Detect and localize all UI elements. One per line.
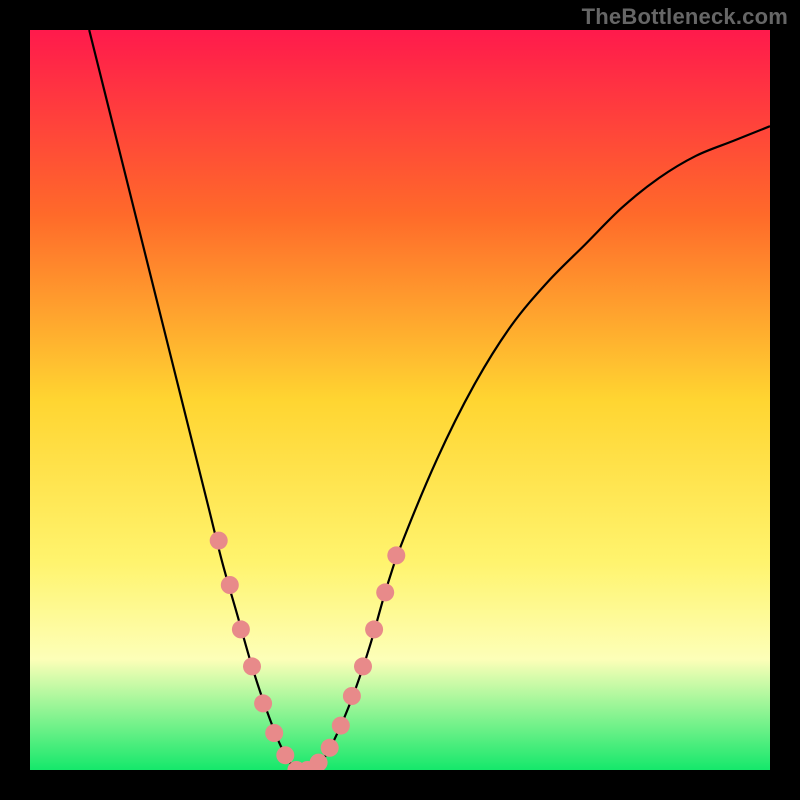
highlight-dot (343, 687, 361, 705)
highlight-dot (376, 583, 394, 601)
highlight-dot (265, 724, 283, 742)
plot-area (30, 30, 770, 770)
highlight-dot (254, 694, 272, 712)
background-gradient (30, 30, 770, 770)
highlight-dot (221, 576, 239, 594)
highlight-dot (332, 717, 350, 735)
highlight-dot (365, 620, 383, 638)
watermark-text: TheBottleneck.com (582, 4, 788, 30)
chart-svg (30, 30, 770, 770)
highlight-dot (387, 546, 405, 564)
chart-frame: TheBottleneck.com (0, 0, 800, 800)
highlight-dot (276, 746, 294, 764)
highlight-dot (321, 739, 339, 757)
highlight-dot (232, 620, 250, 638)
highlight-dot (243, 657, 261, 675)
highlight-dot (354, 657, 372, 675)
highlight-dot (210, 532, 228, 550)
